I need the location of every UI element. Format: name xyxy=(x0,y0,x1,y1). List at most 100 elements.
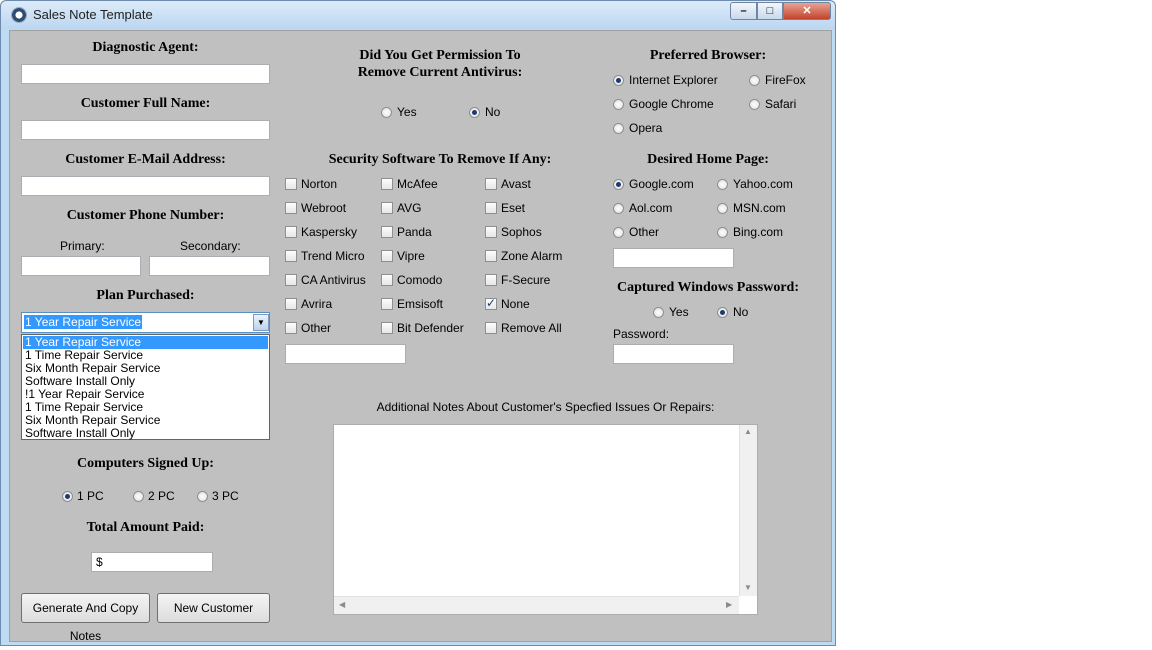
webroot-label: Webroot xyxy=(301,201,347,215)
diagnostic-agent-input[interactable] xyxy=(21,64,270,84)
google-com-radio[interactable] xyxy=(613,179,624,190)
trend-micro-checkbox[interactable] xyxy=(285,250,297,262)
close-icon: ✕ xyxy=(802,5,812,17)
yahoo-com-label: Yahoo.com xyxy=(733,177,793,191)
none-checkbox[interactable] xyxy=(485,296,497,310)
webroot-checkbox[interactable] xyxy=(285,202,297,214)
bit-defender-checkbox[interactable] xyxy=(381,322,393,334)
comodo-checkbox[interactable] xyxy=(381,274,393,286)
pc-2-label: 2 PC xyxy=(148,489,175,503)
eset-label: Eset xyxy=(501,201,526,215)
pc-1-label: 1 PC xyxy=(77,489,104,503)
aol-com-radio[interactable] xyxy=(613,203,624,214)
form-client-area: Diagnostic Agent: Customer Full Name: Cu… xyxy=(9,30,832,643)
firefox-label: FireFox xyxy=(765,73,806,87)
password-yes-radio[interactable] xyxy=(653,307,664,318)
aol-com-label: Aol.com xyxy=(629,201,673,215)
sophos-checkbox[interactable] xyxy=(485,226,497,238)
msn-com-radio[interactable] xyxy=(717,203,728,214)
opera-radio[interactable] xyxy=(613,123,624,134)
scroll-down-icon[interactable]: ▼ xyxy=(744,583,752,592)
remove-all-checkbox[interactable] xyxy=(485,322,497,334)
pc-3-radio[interactable] xyxy=(197,491,208,502)
generate-notes-button[interactable]: Generate And Copy Notes xyxy=(21,593,150,643)
other-software-checkbox[interactable] xyxy=(285,322,297,334)
customer-name-input[interactable] xyxy=(21,120,270,140)
vipre-label: Vipre xyxy=(397,249,425,263)
pc-2-radio[interactable] xyxy=(133,491,144,502)
password-no-radio[interactable] xyxy=(717,307,728,318)
scroll-up-icon[interactable]: ▲ xyxy=(744,427,752,436)
plan-selected-value: 1 Year Repair Service xyxy=(24,315,143,329)
yahoo-com-radio[interactable] xyxy=(717,179,728,190)
mcafee-checkbox[interactable] xyxy=(381,178,393,190)
title-bar[interactable]: Sales Note Template – □ ✕ xyxy=(1,1,835,29)
total-amount-input[interactable]: $ xyxy=(91,552,213,572)
avast-label: Avast xyxy=(501,177,531,191)
kaspersky-checkbox[interactable] xyxy=(285,226,297,238)
security-software-label: Security Software To Remove If Any: xyxy=(328,152,552,167)
other-homepage-label: Other xyxy=(629,225,660,239)
close-button[interactable]: ✕ xyxy=(783,2,831,20)
avg-checkbox[interactable] xyxy=(381,202,393,214)
panda-checkbox[interactable] xyxy=(381,226,393,238)
safari-radio[interactable] xyxy=(749,99,760,110)
customer-name-label: Customer Full Name: xyxy=(80,96,211,111)
sophos-label: Sophos xyxy=(501,225,542,239)
eset-checkbox[interactable] xyxy=(485,202,497,214)
new-customer-button[interactable]: New Customer xyxy=(157,593,270,623)
pc-3-label: 3 PC xyxy=(212,489,239,503)
msn-com-label: MSN.com xyxy=(733,201,786,215)
ca-antivirus-label: CA Antivirus xyxy=(301,273,366,287)
avast-checkbox[interactable] xyxy=(485,178,497,190)
minimize-button[interactable]: – xyxy=(730,2,757,20)
plan-combobox[interactable]: 1 Year Repair Service ▼ xyxy=(21,312,270,333)
additional-notes-textarea[interactable]: ▲ ▼ ◀ ▶ xyxy=(333,424,758,615)
customer-phone-label: Customer Phone Number: xyxy=(66,208,225,223)
permission-yes-label: Yes xyxy=(397,105,417,119)
notes-vertical-scrollbar[interactable]: ▲ ▼ xyxy=(739,425,757,596)
avrira-checkbox[interactable] xyxy=(285,298,297,310)
google-chrome-radio[interactable] xyxy=(613,99,624,110)
permission-no-label: No xyxy=(485,105,501,119)
other-software-label: Other xyxy=(301,321,332,335)
internet-explorer-radio[interactable] xyxy=(613,75,624,86)
vipre-checkbox[interactable] xyxy=(381,250,393,262)
ca-antivirus-checkbox[interactable] xyxy=(285,274,297,286)
avg-label: AVG xyxy=(397,201,422,215)
maximize-button[interactable]: □ xyxy=(757,2,783,20)
zone-alarm-checkbox[interactable] xyxy=(485,250,497,262)
other-homepage-input[interactable] xyxy=(613,248,734,268)
norton-checkbox[interactable] xyxy=(285,178,297,190)
firefox-radio[interactable] xyxy=(749,75,760,86)
bing-com-label: Bing.com xyxy=(733,225,784,239)
panda-label: Panda xyxy=(397,225,432,239)
other-software-input[interactable] xyxy=(285,344,406,364)
scroll-left-icon[interactable]: ◀ xyxy=(339,600,345,609)
plan-purchased-label: Plan Purchased: xyxy=(96,288,195,303)
pc-1-radio[interactable] xyxy=(62,491,73,502)
secondary-label: Secondary: xyxy=(180,239,241,253)
customer-email-input[interactable] xyxy=(21,176,270,196)
primary-phone-input[interactable] xyxy=(21,256,141,276)
zone-alarm-label: Zone Alarm xyxy=(501,249,563,263)
window-title: Sales Note Template xyxy=(33,7,153,22)
emsisoft-label: Emsisoft xyxy=(397,297,444,311)
other-homepage-radio[interactable] xyxy=(613,227,624,238)
password-input[interactable] xyxy=(613,344,734,364)
permission-no-radio[interactable] xyxy=(469,107,480,118)
bing-com-radio[interactable] xyxy=(717,227,728,238)
f-secure-checkbox[interactable] xyxy=(485,274,497,286)
opera-label: Opera xyxy=(629,121,663,135)
desired-home-page-label: Desired Home Page: xyxy=(647,152,769,167)
google-chrome-label: Google Chrome xyxy=(629,97,714,111)
chevron-down-icon[interactable]: ▼ xyxy=(253,314,269,331)
scroll-right-icon[interactable]: ▶ xyxy=(726,600,732,609)
plan-option[interactable]: Software Install Only xyxy=(23,427,268,440)
plan-dropdown-list: 1 Year Repair Service 1 Time Repair Serv… xyxy=(21,334,270,440)
notes-horizontal-scrollbar[interactable]: ◀ ▶ xyxy=(334,596,739,614)
secondary-phone-input[interactable] xyxy=(149,256,270,276)
permission-label-line2: Remove Current Antivirus: xyxy=(357,65,523,80)
permission-yes-radio[interactable] xyxy=(381,107,392,118)
emsisoft-checkbox[interactable] xyxy=(381,298,393,310)
